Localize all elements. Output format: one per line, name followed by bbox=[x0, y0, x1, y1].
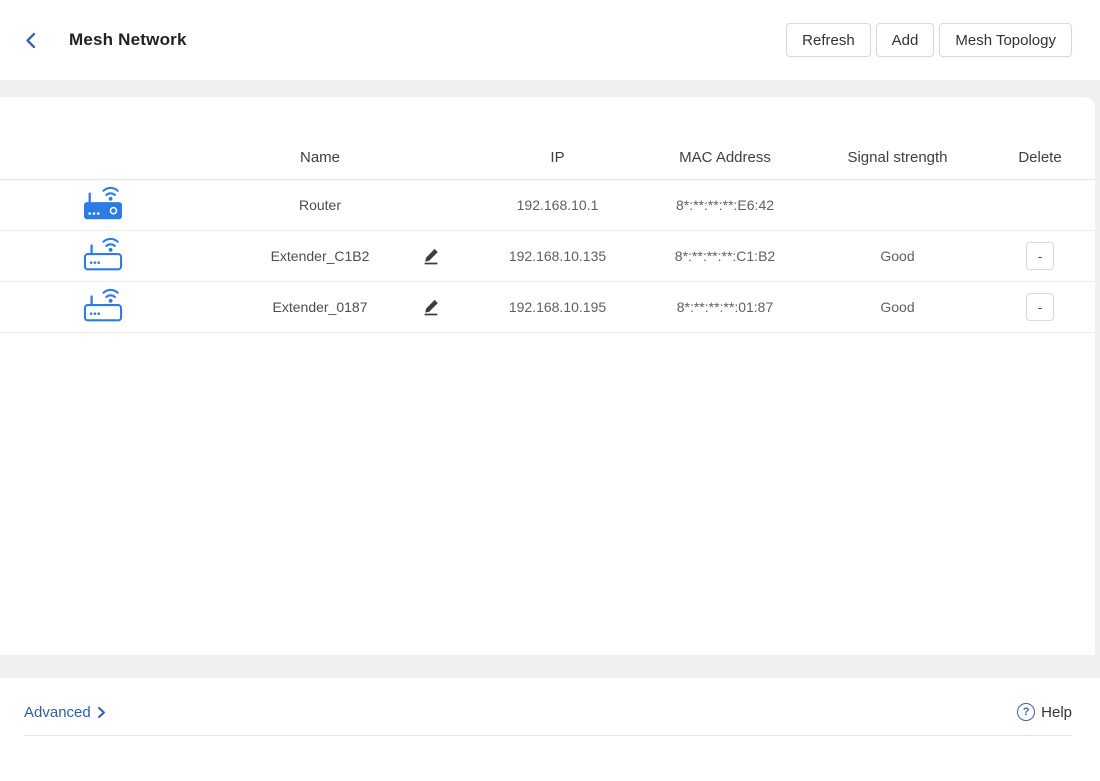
device-icon-cell bbox=[0, 288, 170, 326]
table-row: Extender_0187 192.168.10.195 8*:**:**:**… bbox=[0, 282, 1095, 333]
device-name: Router bbox=[299, 197, 341, 213]
table-body: Router 192.168.10.1 8*:**:**:**:E6:42 - bbox=[0, 180, 1095, 333]
table-header-row: Name IP MAC Address Signal strength Dele… bbox=[0, 97, 1095, 180]
mesh-network-page: Mesh Network Refresh Add Mesh Topology N… bbox=[0, 0, 1100, 781]
device-ip: 192.168.10.1 bbox=[470, 197, 645, 213]
device-mac: 8*:**:**:**:01:87 bbox=[645, 299, 805, 315]
edit-name-button[interactable] bbox=[422, 247, 440, 265]
edit-name-button[interactable] bbox=[422, 298, 440, 316]
chevron-left-icon bbox=[22, 31, 41, 50]
page-header: Mesh Network Refresh Add Mesh Topology bbox=[0, 0, 1100, 80]
column-header-signal: Signal strength bbox=[805, 149, 990, 166]
device-name: Extender_C1B2 bbox=[271, 248, 370, 264]
extender-icon bbox=[82, 237, 124, 275]
refresh-button[interactable]: Refresh bbox=[786, 23, 871, 57]
extender-icon bbox=[82, 288, 124, 326]
pencil-icon bbox=[422, 298, 440, 316]
mesh-topology-button[interactable]: Mesh Topology bbox=[939, 23, 1072, 57]
pencil-icon bbox=[422, 247, 440, 265]
header-actions: Refresh Add Mesh Topology bbox=[786, 23, 1072, 57]
delete-cell: - bbox=[990, 293, 1090, 321]
device-name-cell: Extender_0187 bbox=[170, 299, 470, 315]
advanced-link[interactable]: Advanced bbox=[24, 704, 108, 721]
help-button[interactable]: ? Help bbox=[1017, 703, 1072, 721]
device-name: Extender_0187 bbox=[273, 299, 368, 315]
delete-button[interactable]: - bbox=[1026, 293, 1054, 321]
device-table-card: Name IP MAC Address Signal strength Dele… bbox=[0, 97, 1095, 655]
device-icon-cell bbox=[0, 237, 170, 275]
footer-links-row: Advanced ? Help bbox=[0, 678, 1100, 721]
back-button[interactable] bbox=[22, 31, 41, 50]
device-ip: 192.168.10.135 bbox=[470, 248, 645, 264]
device-name-cell: Router bbox=[170, 197, 470, 213]
device-signal-strength: Good bbox=[805, 299, 990, 315]
advanced-link-label: Advanced bbox=[24, 704, 91, 721]
device-ip: 192.168.10.195 bbox=[470, 299, 645, 315]
footer-divider bbox=[24, 735, 1072, 736]
column-header-mac: MAC Address bbox=[645, 149, 805, 166]
help-label: Help bbox=[1041, 704, 1072, 721]
column-header-delete: Delete bbox=[990, 149, 1090, 166]
page-title: Mesh Network bbox=[69, 30, 187, 50]
help-icon-glyph: ? bbox=[1023, 706, 1030, 718]
column-header-name: Name bbox=[170, 149, 470, 166]
device-icon-cell bbox=[0, 186, 170, 224]
device-mac: 8*:**:**:**:C1:B2 bbox=[645, 248, 805, 264]
delete-cell: - bbox=[990, 242, 1090, 270]
column-header-ip: IP bbox=[470, 149, 645, 166]
delete-button[interactable]: - bbox=[1026, 242, 1054, 270]
help-icon: ? bbox=[1017, 703, 1035, 721]
page-footer: Advanced ? Help bbox=[0, 678, 1100, 781]
device-name-cell: Extender_C1B2 bbox=[170, 248, 470, 264]
router-icon bbox=[82, 186, 124, 224]
device-mac: 8*:**:**:**:E6:42 bbox=[645, 197, 805, 213]
add-button[interactable]: Add bbox=[876, 23, 935, 57]
device-signal-strength: Good bbox=[805, 248, 990, 264]
header-left-group: Mesh Network bbox=[22, 30, 187, 50]
content-background: Name IP MAC Address Signal strength Dele… bbox=[0, 80, 1100, 678]
chevron-right-icon bbox=[94, 705, 108, 719]
table-row: Extender_C1B2 192.168.10.135 8*:**:**:**… bbox=[0, 231, 1095, 282]
table-row: Router 192.168.10.1 8*:**:**:**:E6:42 - bbox=[0, 180, 1095, 231]
